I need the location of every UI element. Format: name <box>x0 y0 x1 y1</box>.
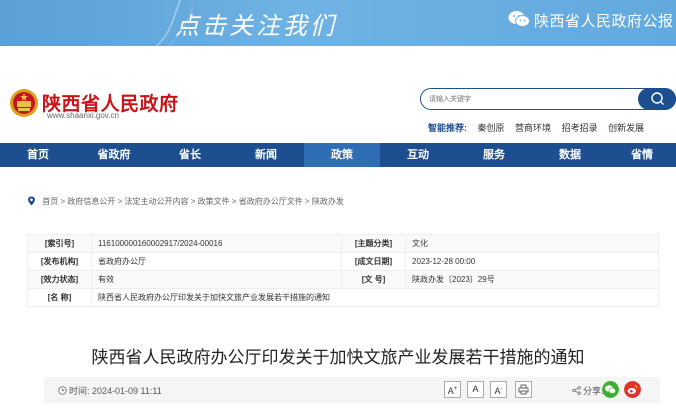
font-size-small-button[interactable]: A- <box>490 381 507 398</box>
date-label: [成文日期] <box>341 252 406 271</box>
topic-value: 文化 <box>405 234 659 253</box>
docno-value: 陕政办发〔2023〕29号 <box>405 270 659 289</box>
share-label-text: 分享: <box>583 386 604 396</box>
nav-item-policy[interactable]: 政策 <box>304 143 380 167</box>
nav-item-interaction[interactable]: 互动 <box>380 143 456 167</box>
status-value: 有效 <box>91 270 342 289</box>
print-button[interactable] <box>515 381 532 398</box>
font-size-default-button[interactable]: A <box>467 381 484 398</box>
follow-banner[interactable]: 点击关注我们 陕西省人民政府公报 <box>0 0 676 46</box>
search-icon <box>651 91 664 105</box>
topic-label: [主题分类] <box>341 234 406 253</box>
search-box <box>420 87 676 110</box>
nav-item-service[interactable]: 服务 <box>456 143 532 167</box>
site-url: www.shaanxi.gov.cn <box>47 111 119 120</box>
status-label: [效力状态] <box>27 270 92 289</box>
follow-text: 点击关注我们 <box>175 12 337 40</box>
search-button[interactable] <box>638 87 676 110</box>
nav-item-governor[interactable]: 省长 <box>152 143 228 167</box>
recommend-label: 智能推荐: <box>428 123 467 133</box>
table-row: [名 称] 陕西省人民政府办公厅印发关于加快文旅产业发展若干措施的通知 <box>27 288 659 307</box>
publish-time: 时间: 2024-01-09 11:11 <box>58 384 162 397</box>
font-mid-label: A <box>472 384 479 394</box>
recommend-link[interactable]: 招考招录 <box>562 123 598 133</box>
date-value: 2023-12-28 00:00 <box>405 252 659 271</box>
site-header: 陕西省人民政府 www.shaanxi.gov.cn 智能推荐: 秦创原 营商环… <box>0 80 676 140</box>
wechat-icon <box>508 11 530 27</box>
recommend-link[interactable]: 营商环境 <box>515 123 551 133</box>
recommend-link[interactable]: 创新发展 <box>608 123 644 133</box>
name-value: 陕西省人民政府办公厅印发关于加快文旅产业发展若干措施的通知 <box>91 288 659 307</box>
table-row: [发布机构] 省政府办公厅 [成文日期] 2023-12-28 00:00 <box>27 252 659 271</box>
document-title: 陕西省人民政府办公厅印发关于加快文旅产业发展若干措施的通知 <box>91 348 585 367</box>
docno-label: [文 号] <box>341 270 406 289</box>
nav-item-news[interactable]: 新闻 <box>228 143 304 167</box>
national-emblem-icon[interactable] <box>9 88 39 118</box>
org-value: 省政府办公厅 <box>91 252 342 271</box>
location-pin-icon <box>28 196 35 206</box>
index-label: [索引号] <box>27 234 92 253</box>
table-row: [索引号] 116100000160002917/2024-00016 [主题分… <box>27 234 659 253</box>
print-icon <box>518 384 529 395</box>
share-label: 分享: <box>572 384 604 397</box>
org-label: [发布机构] <box>27 252 92 271</box>
table-row: [效力状态] 有效 [文 号] 陕政办发〔2023〕29号 <box>27 270 659 289</box>
font-size-large-button[interactable]: A+ <box>444 381 461 398</box>
name-label: [名 称] <box>27 288 92 307</box>
breadcrumb-text[interactable]: 首页 > 政府信息公开 > 法定主动公开内容 > 政策文件 > 省政府办公厅文件… <box>42 197 344 206</box>
account-name: 陕西省人民政府公报 <box>534 13 674 30</box>
wechat-share-icon[interactable] <box>602 381 619 398</box>
index-value: 116100000160002917/2024-00016 <box>91 234 342 253</box>
weibo-share-icon[interactable] <box>624 381 641 398</box>
article-toolbar: 时间: 2024-01-09 11:11 A+ A A- 分享: <box>44 377 660 403</box>
publish-time-text: 时间: 2024-01-09 11:11 <box>69 386 162 396</box>
search-input[interactable] <box>429 92 629 106</box>
nav-item-government[interactable]: 省政府 <box>76 143 152 167</box>
nav-item-home[interactable]: 首页 <box>0 143 76 167</box>
breadcrumb: 首页 > 政府信息公开 > 法定主动公开内容 > 政策文件 > 省政府办公厅文件… <box>27 196 344 207</box>
nav-item-data[interactable]: 数据 <box>532 143 608 167</box>
share-icon <box>572 386 581 395</box>
main-nav: 首页 省政府 省长 新闻 政策 互动 服务 数据 省情 <box>0 143 676 167</box>
recommend-row: 智能推荐: 秦创原 营商环境 招考招录 创新发展 <box>428 121 652 134</box>
recommend-link[interactable]: 秦创原 <box>478 123 505 133</box>
document-info-table: [索引号] 116100000160002917/2024-00016 [主题分… <box>27 234 659 307</box>
clock-icon <box>58 386 67 395</box>
nav-item-province-info[interactable]: 省情 <box>608 143 676 167</box>
